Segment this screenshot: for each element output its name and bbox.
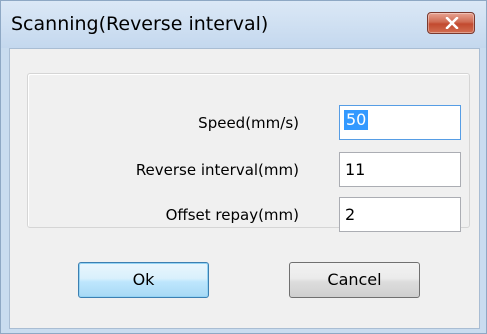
close-x-icon: [445, 17, 459, 29]
settings-group: Speed(mm/s) 50 Reverse interval(mm) Offs…: [27, 73, 470, 232]
ok-button[interactable]: Ok: [78, 262, 209, 298]
reverse-interval-label: Reverse interval(mm): [135, 161, 299, 179]
dialog-body: Speed(mm/s) 50 Reverse interval(mm) Offs…: [9, 48, 480, 329]
dialog-title: Scanning(Reverse interval): [11, 13, 269, 35]
dialog-window: Scanning(Reverse interval) Speed(mm/s) 5…: [0, 0, 487, 334]
speed-selected-text: 50: [344, 110, 369, 130]
cancel-button[interactable]: Cancel: [289, 262, 420, 298]
offset-repay-input[interactable]: [339, 197, 461, 232]
speed-label: Speed(mm/s): [198, 114, 299, 132]
title-bar[interactable]: Scanning(Reverse interval): [1, 1, 486, 48]
close-button[interactable]: [427, 12, 475, 34]
reverse-interval-input[interactable]: [339, 152, 461, 187]
offset-repay-label: Offset repay(mm): [165, 206, 299, 224]
